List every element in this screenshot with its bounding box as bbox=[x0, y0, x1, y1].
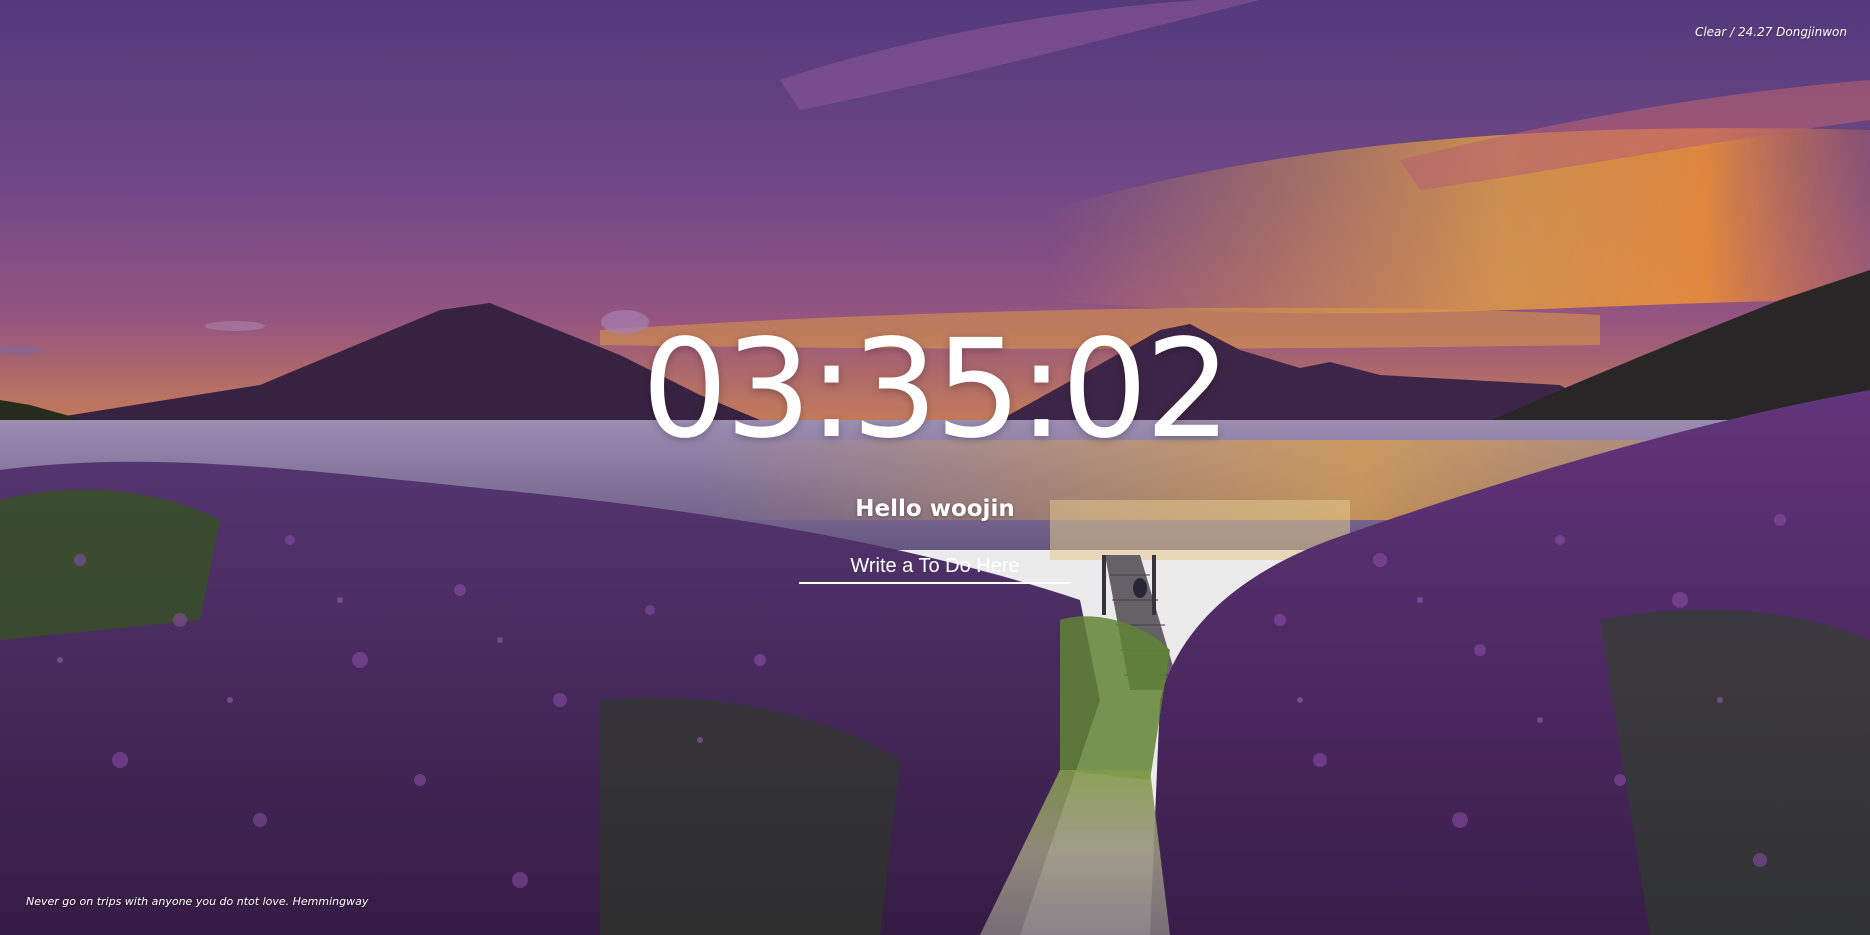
todo-form bbox=[799, 555, 1071, 584]
quote-text: Never go on trips with anyone you do nto… bbox=[26, 895, 369, 908]
clock-time: 03:35:02 bbox=[641, 311, 1232, 469]
greeting-text: Hello woojin bbox=[855, 496, 1015, 522]
weather-location: Clear / 24.27 Dongjinwon bbox=[1694, 25, 1847, 39]
todo-input[interactable] bbox=[799, 555, 1071, 584]
